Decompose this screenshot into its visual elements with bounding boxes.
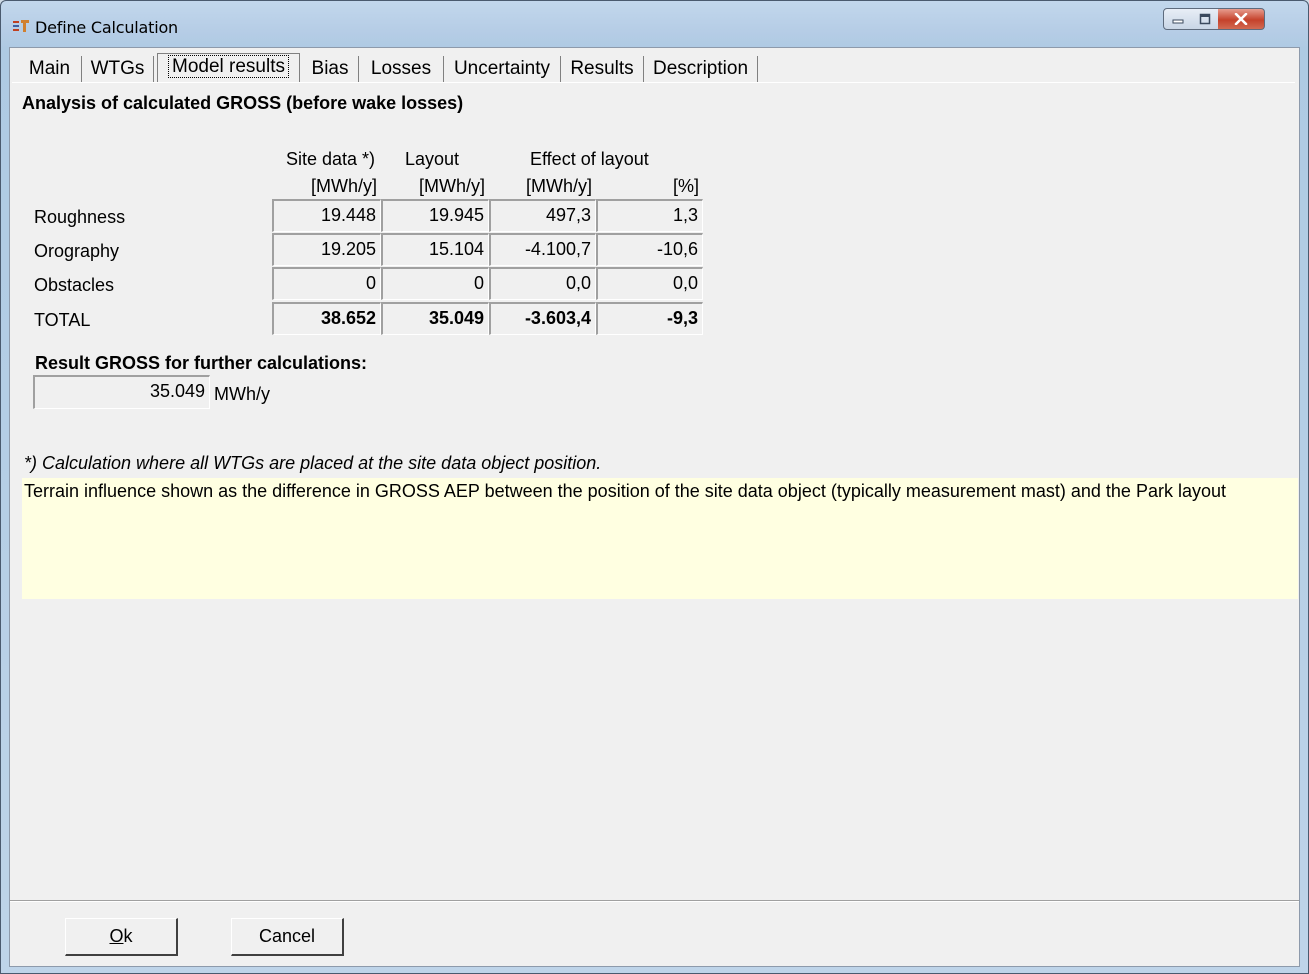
table-cell: -9,3 — [596, 302, 703, 335]
unit-layout: [MWh/y] — [419, 176, 485, 196]
result-gross-value: 35.049 — [33, 375, 210, 409]
tab-bias[interactable]: Bias — [302, 56, 359, 82]
table-cell: 38.652 — [272, 302, 381, 335]
tab-main[interactable]: Main — [18, 56, 82, 82]
tab-losses[interactable]: Losses — [359, 56, 444, 82]
table-cell: 15.104 — [381, 233, 489, 266]
tab-label: WTGs — [90, 58, 145, 79]
tab-results[interactable]: Results — [561, 56, 644, 82]
close-icon — [1234, 13, 1248, 25]
unit-effect: [MWh/y] — [526, 176, 592, 196]
table-cell: -4.100,7 — [489, 233, 596, 266]
col-header-site-data: Site data *) — [286, 149, 376, 169]
model-results-panel: Analysis of calculated GROSS (before wak… — [12, 82, 1298, 883]
ok-mnemonic: O — [109, 926, 124, 946]
section-heading: Analysis of calculated GROSS (before wak… — [22, 93, 464, 113]
result-gross-unit: MWh/y — [214, 384, 270, 404]
tab-label: Uncertainty — [453, 58, 551, 79]
close-button[interactable] — [1218, 8, 1265, 30]
tab-wtgs[interactable]: WTGs — [82, 56, 154, 82]
minimize-icon — [1172, 19, 1183, 24]
tab-description[interactable]: Description — [644, 56, 758, 82]
maximize-button[interactable] — [1191, 8, 1219, 30]
dialog-client-area: Main WTGs Model results Bias Losses Unce… — [9, 47, 1300, 967]
tab-label: Main — [28, 58, 71, 79]
table-cell: 19.945 — [381, 199, 489, 232]
table-cell: -10,6 — [596, 233, 703, 266]
minimize-button[interactable] — [1163, 8, 1192, 30]
unit-percent: [%] — [672, 176, 699, 196]
cancel-button[interactable]: Cancel — [231, 918, 344, 956]
tab-label: Results — [570, 58, 634, 79]
tab-model-results[interactable]: Model results — [157, 53, 300, 83]
tab-uncertainty[interactable]: Uncertainty — [444, 56, 561, 82]
tab-label: Bias — [311, 58, 349, 79]
table-cell: 19.205 — [272, 233, 381, 266]
row-label-orography: Orography — [34, 241, 120, 261]
description-box: Terrain influence shown as the differenc… — [22, 478, 1298, 599]
unit-site-data: [MWh/y] — [311, 176, 377, 196]
table-cell: 0,0 — [596, 267, 703, 300]
window-title: Define Calculation — [35, 18, 178, 37]
ok-button[interactable]: Ok — [65, 918, 178, 956]
title-bar[interactable]: Define Calculation — [1, 1, 1308, 47]
col-header-layout: Layout — [405, 149, 460, 169]
row-label-roughness: Roughness — [34, 207, 126, 227]
button-separator — [10, 900, 1299, 902]
footnote: *) Calculation where all WTGs are placed… — [24, 453, 602, 473]
dialog-window: Define Calculation Main WTGs Model resul… — [0, 0, 1309, 974]
table-cell: -3.603,4 — [489, 302, 596, 335]
table-cell: 0 — [381, 267, 489, 300]
row-label-total: TOTAL — [34, 310, 91, 330]
table-cell: 35.049 — [381, 302, 489, 335]
tab-label: Description — [652, 58, 749, 79]
result-gross-label: Result GROSS for further calculations: — [35, 353, 368, 373]
col-header-effect: Effect of layout — [530, 149, 649, 169]
tab-label: Model results — [168, 55, 289, 78]
ok-label: k — [123, 926, 133, 946]
app-icon — [13, 20, 29, 32]
table-cell: 19.448 — [272, 199, 381, 232]
table-cell: 497,3 — [489, 199, 596, 232]
row-label-obstacles: Obstacles — [34, 275, 115, 295]
table-cell: 0,0 — [489, 267, 596, 300]
table-cell: 0 — [272, 267, 381, 300]
tab-label: Losses — [370, 58, 432, 79]
maximize-icon — [1199, 13, 1210, 25]
table-cell: 1,3 — [596, 199, 703, 232]
